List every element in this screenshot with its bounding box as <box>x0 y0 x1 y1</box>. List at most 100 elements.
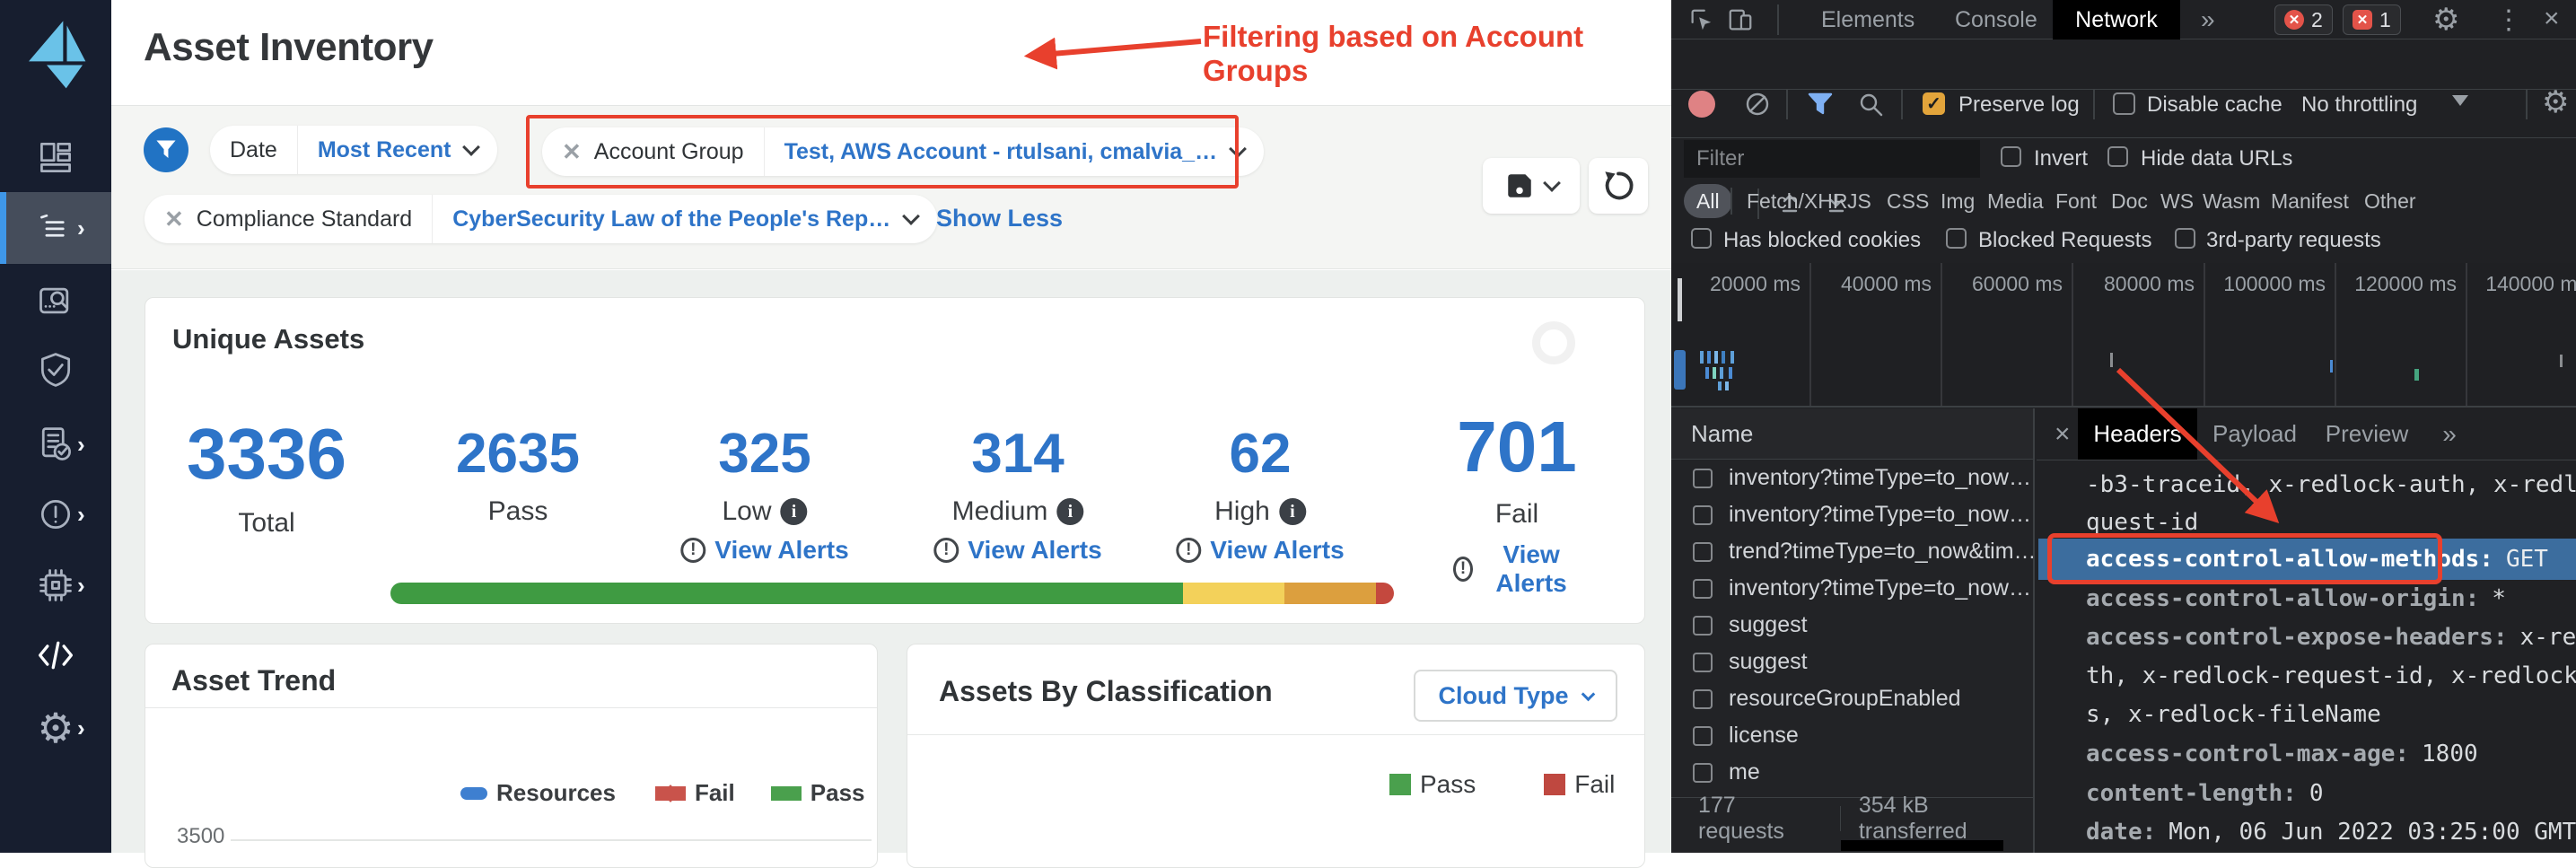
invert-checkbox[interactable] <box>2001 146 2021 167</box>
more-tabs-icon[interactable]: » <box>2201 0 2215 39</box>
type-chip-img[interactable]: Img <box>1941 189 1975 214</box>
devtools-close-icon[interactable]: × <box>2544 4 2560 34</box>
network-overview-timeline[interactable]: 20000 ms 40000 ms 60000 ms 80000 ms 1000… <box>1671 263 2576 408</box>
legend-pass[interactable]: Pass <box>1420 770 1476 799</box>
info-icon[interactable]: i <box>1279 498 1306 525</box>
has-blocked-cookies-checkbox[interactable] <box>1691 228 1712 249</box>
kebab-menu-icon[interactable]: ⋮ <box>2495 4 2522 36</box>
sidebar-item-compliance[interactable]: › <box>0 413 111 476</box>
view-alerts-link-fail[interactable]: View Alerts <box>1482 540 1581 598</box>
request-row[interactable]: inventory?timeType=to_now… <box>1671 460 2035 496</box>
view-alerts-link-low[interactable]: View Alerts <box>714 536 848 565</box>
legend-fail[interactable]: Fail <box>695 779 735 807</box>
view-alerts-link-high[interactable]: View Alerts <box>1210 536 1344 565</box>
request-checkbox[interactable] <box>1693 726 1713 746</box>
request-checkbox[interactable] <box>1693 616 1713 636</box>
issues-badge[interactable]: ✕ 1 <box>2343 4 2401 35</box>
compliance-standard-filter-chip[interactable]: ✕ Compliance Standard CyberSecurity Law … <box>145 195 937 243</box>
selected-header-row[interactable]: access-control-allow-methods:GET <box>2038 539 2576 580</box>
request-row[interactable]: me <box>1671 754 2035 791</box>
sidebar-item-alerts[interactable]: › <box>0 483 111 546</box>
type-chip-manifest[interactable]: Manifest <box>2271 189 2349 214</box>
request-checkbox[interactable] <box>1693 689 1713 709</box>
info-icon[interactable]: i <box>781 498 808 525</box>
tab-elements[interactable]: Elements <box>1821 0 1914 39</box>
tab-headers[interactable]: Headers <box>2078 408 2197 460</box>
sidebar-item-dashboard[interactable] <box>0 127 111 189</box>
has-blocked-cookies-label[interactable]: Has blocked cookies <box>1723 228 1921 253</box>
date-filter-chip[interactable]: Date Most Recent <box>210 126 497 174</box>
close-detail-icon[interactable]: × <box>2055 419 2071 450</box>
tab-preview[interactable]: Preview <box>2327 408 2406 460</box>
remove-filter-icon[interactable]: ✕ <box>164 206 184 233</box>
classification-legend: Pass Fail <box>1389 770 1615 799</box>
view-alerts-link-medium[interactable]: View Alerts <box>968 536 1101 565</box>
request-checkbox[interactable] <box>1693 505 1713 525</box>
timeline-selection-bar[interactable] <box>1674 350 1686 390</box>
sidebar-item-inventory-active[interactable]: › <box>0 192 111 264</box>
request-checkbox[interactable] <box>1693 653 1713 672</box>
sidebar-item-code-security[interactable] <box>0 624 111 687</box>
request-row[interactable]: trend?timeType=to_now&tim… <box>1671 533 2035 570</box>
console-errors-badge[interactable]: ✕ 2 <box>2274 4 2333 35</box>
third-party-requests-checkbox[interactable] <box>2175 228 2195 249</box>
type-chip-doc[interactable]: Doc <box>2111 189 2148 214</box>
filter-button[interactable] <box>144 127 188 172</box>
type-chip-font[interactable]: Font <box>2055 189 2097 214</box>
type-chip-css[interactable]: CSS <box>1887 189 1929 214</box>
hide-data-urls-checkbox[interactable] <box>2107 146 2128 167</box>
account-group-filter-chip[interactable]: ✕ Account Group Test, AWS Account - rtul… <box>542 127 1264 176</box>
type-chip-js[interactable]: JS <box>1847 189 1871 214</box>
reset-filters-button[interactable] <box>1589 158 1648 214</box>
show-less-link[interactable]: Show Less <box>936 205 1063 232</box>
info-icon[interactable]: i <box>1056 498 1083 525</box>
more-detail-tabs-icon[interactable]: » <box>2431 408 2467 460</box>
type-chip-media[interactable]: Media <box>1987 189 2044 214</box>
hide-data-urls-label[interactable]: Hide data URLs <box>2141 146 2292 171</box>
legend-resources[interactable]: Resources <box>496 779 616 807</box>
type-chip-all[interactable]: All <box>1684 184 1732 218</box>
inspect-element-icon[interactable] <box>1687 6 1714 39</box>
network-status-bar: 177 requests 354 kB transferred <box>1671 797 2035 839</box>
request-row[interactable]: resourceGroupEnabled <box>1671 680 2035 717</box>
sidebar-item-compute[interactable]: › <box>0 554 111 617</box>
devtools-settings-gear-icon[interactable]: ⚙ <box>2432 2 2459 38</box>
legend-pass[interactable]: Pass <box>810 779 865 807</box>
save-filter-button[interactable] <box>1483 158 1580 214</box>
network-activity-tick <box>1729 367 1732 379</box>
name-column-header[interactable]: Name <box>1671 408 2033 460</box>
request-checkbox[interactable] <box>1693 579 1713 599</box>
sidebar-item-settings[interactable]: ⚙ › <box>0 697 111 759</box>
third-party-requests-label[interactable]: 3rd-party requests <box>2206 228 2381 253</box>
network-activity-tick <box>1730 351 1734 364</box>
tab-console[interactable]: Console <box>1955 0 2037 39</box>
prisma-cloud-logo[interactable] <box>20 14 92 93</box>
request-row[interactable]: inventory?timeType=to_now… <box>1671 496 2035 533</box>
sidebar-item-governance[interactable] <box>0 338 111 401</box>
blocked-requests-label[interactable]: Blocked Requests <box>1978 228 2151 253</box>
request-row[interactable]: license <box>1671 717 2035 754</box>
type-chip-wasm[interactable]: Wasm <box>2203 189 2260 214</box>
request-row[interactable]: suggest <box>1671 607 2035 644</box>
device-toolbar-icon[interactable] <box>1727 6 1754 39</box>
request-checkbox[interactable] <box>1693 763 1713 783</box>
blocked-requests-checkbox[interactable] <box>1946 228 1967 249</box>
type-chip-other[interactable]: Other <box>2364 189 2416 214</box>
tab-payload[interactable]: Payload <box>2214 408 2295 460</box>
request-row[interactable]: suggest <box>1671 644 2035 680</box>
header-value: -b3-traceid, x-redlock-auth, x-redlock-r… <box>2086 471 2576 498</box>
sidebar-item-investigate[interactable] <box>0 269 111 332</box>
request-row[interactable]: inventory?timeType=to_now… <box>1671 570 2035 607</box>
remove-filter-icon[interactable]: ✕ <box>562 138 582 166</box>
request-checkbox[interactable] <box>1693 469 1713 488</box>
tab-network[interactable]: Network <box>2053 0 2180 39</box>
request-checkbox[interactable] <box>1693 542 1713 562</box>
type-chip-fetch-xhr[interactable]: Fetch/XHR <box>1747 189 1847 214</box>
legend-fail[interactable]: Fail <box>1574 770 1615 799</box>
cloud-type-dropdown[interactable]: Cloud Type <box>1414 670 1617 722</box>
horizontal-scrollbar-thumb[interactable] <box>1841 840 2003 851</box>
timeline-handle[interactable] <box>1678 278 1682 321</box>
invert-label[interactable]: Invert <box>2034 146 2088 171</box>
type-chip-ws[interactable]: WS <box>2160 189 2194 214</box>
network-filter-input[interactable]: Filter <box>1684 140 1980 178</box>
